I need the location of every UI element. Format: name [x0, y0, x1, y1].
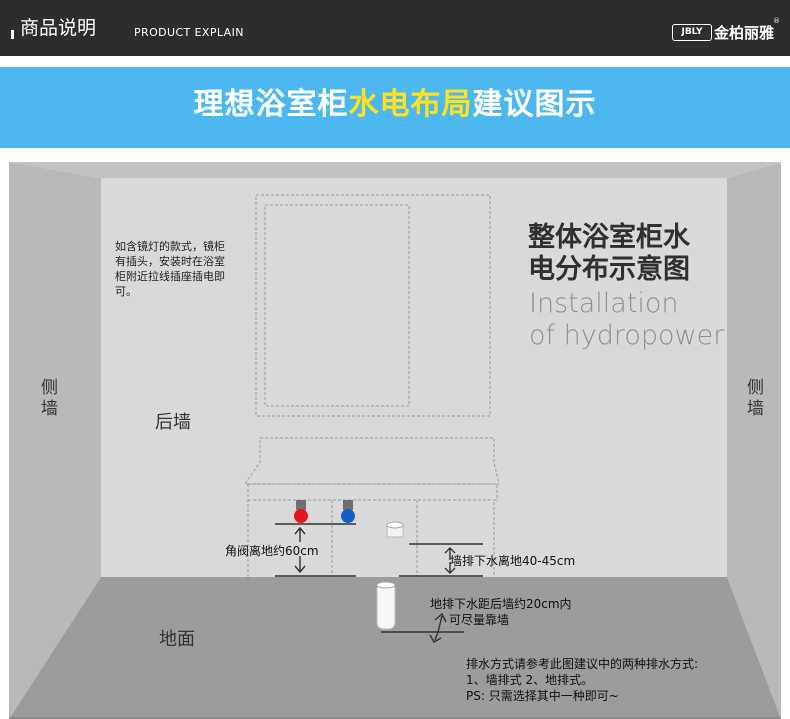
diagram-heading-line-1: 整体浴室柜水 [528, 222, 690, 253]
header-title: 商品说明 [20, 17, 97, 39]
footer-note-line-3: PS: 只需选择其中一种即可~ [466, 689, 619, 703]
banner-title-highlight: 水电布局 [348, 87, 473, 122]
wall-drain-label: 墙排下水离地40-45cm [450, 554, 576, 568]
mirror-note-line-1: 如含镜灯的款式，镜柜 [115, 240, 225, 253]
floor-drain-pipe-top [376, 581, 396, 589]
header-subtitle: PRODUCT EXPLAIN [134, 26, 244, 39]
drainage-footer-note: 排水方式请参考此图建议中的两种排水方式: 1、墙排式 2、地排式。 PS: 只需… [466, 656, 698, 704]
brand-logo: JBLY [672, 24, 712, 41]
header-marker [11, 30, 14, 39]
banner-title-part-2: 建议图示 [472, 87, 597, 122]
ceiling [9, 162, 781, 178]
left-wall-label: 侧 墙 [41, 378, 58, 419]
header-bar: 商品说明 PRODUCT EXPLAIN JBLY 金柏丽雅 ® [0, 0, 790, 56]
cold-water-valve [341, 509, 355, 523]
valve-height-label: 角阀离地约60cm [225, 544, 319, 558]
diagram-heading-en: Installation of hydropower [529, 288, 724, 352]
floor-drain-pipe [376, 582, 396, 630]
hot-valve-stem [296, 500, 306, 510]
footer-note-line-2: 1、墙排式 2、地排式。 [466, 673, 594, 687]
banner-title-part-1: 理想浴室柜 [193, 87, 349, 122]
floor-label: 地面 [159, 629, 195, 650]
diagram-heading-en-line-2: of hydropower [529, 320, 725, 351]
floor-drain-label: 地排下水距后墙约20cm内 可尽量靠墙 [430, 597, 572, 627]
mirror-note-line-4: 可。 [115, 285, 137, 298]
footer-note-line-1: 排水方式请参考此图建议中的两种排水方式: [466, 657, 699, 671]
mirror-note-line-3: 柜附近拉线插座插电即 [115, 270, 225, 283]
mirror-note-line-2: 有插头，安装时在浴室 [115, 255, 225, 268]
title-banner: 理想浴室柜水电布局建议图示 [0, 67, 790, 148]
banner-title: 理想浴室柜水电布局建议图示 [0, 85, 790, 125]
cold-valve-stem [343, 500, 353, 510]
diagram-heading-line-2: 电分布示意图 [528, 254, 690, 285]
brand-name: 金柏丽雅 [714, 24, 775, 42]
brand-registered-mark: ® [773, 17, 780, 25]
hot-water-valve [294, 509, 308, 523]
back-wall-label: 后墙 [155, 412, 191, 433]
room-diagram: 整体浴室柜水 电分布示意图 Installation of hydropower… [9, 162, 781, 719]
mirror-light-note: 如含镜灯的款式，镜柜 有插头，安装时在浴室 柜附近拉线插座插电即 可。 [115, 239, 255, 299]
diagram-heading-cn: 整体浴室柜水 电分布示意图 [528, 222, 690, 286]
right-wall-label: 侧 墙 [747, 378, 764, 419]
diagram-heading-en-line-1: Installation [529, 288, 679, 319]
wall-drain-pipe-top [386, 521, 404, 529]
